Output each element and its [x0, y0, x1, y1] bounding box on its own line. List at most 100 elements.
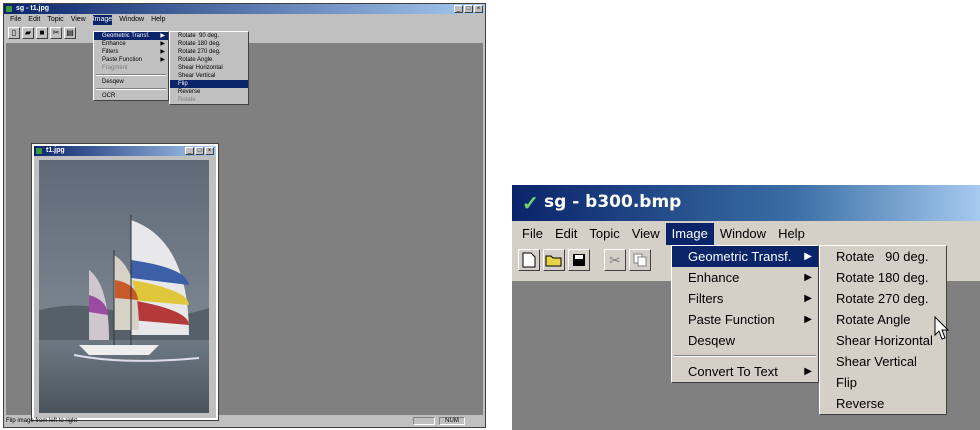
menu-file[interactable]: File — [516, 223, 549, 245]
maximize-button[interactable]: □ — [464, 5, 473, 13]
menu-item-label: Rotate 90 deg. — [178, 33, 220, 39]
menu-item-label: Desqew — [102, 79, 124, 85]
submenu-arrow-icon: ▶ — [804, 314, 812, 325]
menu-edit[interactable]: Edit — [28, 15, 40, 25]
zoomed-app-window: ✓ sg - b300.bmp File Edit Topic View Image Wi… — [512, 185, 980, 430]
menu-item-rotate-90-deg[interactable]: Rotate 90 deg. — [170, 32, 248, 40]
menu-window[interactable]: Window — [119, 15, 144, 25]
open-folder-icon[interactable] — [543, 249, 565, 271]
menu-item-rotate-180-deg[interactable]: Rotate 180 deg. — [170, 40, 248, 48]
toolbar-gap — [593, 249, 601, 275]
menu-item-label: Geometric Transf. — [688, 249, 792, 264]
menu-file[interactable]: File — [10, 15, 21, 25]
menu-view[interactable]: View — [626, 223, 666, 245]
menu-item-convert-to-text[interactable]: Convert To Text ▶ — [672, 361, 818, 382]
minimize-button[interactable]: _ — [454, 5, 463, 13]
menu-item-flip[interactable]: Flip — [170, 80, 248, 88]
close-button[interactable]: × — [474, 5, 483, 13]
menu-item-label: Rotate Angle — [178, 57, 213, 63]
new-file-icon[interactable]: ▯ — [8, 27, 20, 39]
menu-bar: File Edit Topic View Image Window Help — [4, 15, 485, 25]
menu-item-label: Desqew — [688, 333, 735, 348]
menu-help[interactable]: Help — [772, 223, 811, 245]
submenu-arrow-icon: ▶ — [804, 272, 812, 283]
menu-topic[interactable]: Topic — [47, 15, 63, 25]
menu-item-shear-horizontal[interactable]: Shear Horizontal — [170, 64, 248, 72]
menu-item-label: Rotate 180 deg. — [836, 270, 929, 285]
menu-item-shear-vertical[interactable]: Shear Vertical — [820, 351, 946, 372]
submenu-arrow-icon: ▶ — [160, 41, 165, 47]
menu-window[interactable]: Window — [714, 223, 772, 245]
save-icon[interactable]: ■ — [36, 27, 48, 39]
menu-item-enhance[interactable]: Enhance ▶ — [672, 267, 818, 288]
menu-item-rotate-270-deg[interactable]: Rotate 270 deg. — [820, 288, 946, 309]
zoom-window-title: sg - b300.bmp — [544, 192, 682, 212]
menu-item-rotate-180-deg[interactable]: Rotate 180 deg. — [820, 267, 946, 288]
menu-view[interactable]: View — [71, 15, 86, 25]
cut-icon[interactable]: ✂ — [50, 27, 62, 39]
title-bar[interactable]: sg - t1.jpg _ □ × — [4, 4, 485, 14]
menu-item-label: Geometric Transf. — [102, 33, 150, 39]
menu-item-shear-vertical[interactable]: Shear Vertical — [170, 72, 248, 80]
status-text: Flip image from left to right — [6, 418, 78, 424]
menu-item-label: Enhance — [688, 270, 740, 285]
menu-item-rotate-90-deg[interactable]: Rotate 90 deg. — [820, 246, 946, 267]
menu-item-label: Fragment — [102, 65, 128, 71]
copy-icon[interactable]: ▤ — [64, 27, 76, 39]
menu-item-reverse[interactable]: Reverse — [170, 88, 248, 96]
child-close-button[interactable]: × — [205, 147, 214, 155]
menu-image[interactable]: Image — [665, 223, 714, 245]
zoom-geometric-submenu: Rotate 90 deg. Rotate 180 deg. Rotate 270 … — [819, 245, 947, 415]
num-lock-indicator: NUM — [439, 417, 465, 425]
menu-item-paste-function[interactable]: Paste Function ▶ — [672, 309, 818, 330]
zoom-title-bar[interactable]: ✓ sg - b300.bmp — [512, 185, 980, 221]
zoom-toolbar: ✂ — [518, 249, 651, 275]
open-folder-icon[interactable]: ▰ — [22, 27, 34, 39]
menu-item-label: Convert To Text — [688, 364, 778, 379]
menu-item-shear-horizontal[interactable]: Shear Horizontal — [820, 330, 946, 351]
menu-item-reverse[interactable]: Reverse — [820, 393, 946, 414]
menu-topic[interactable]: Topic — [583, 223, 625, 245]
menu-separator — [96, 74, 166, 76]
sailboat-image — [39, 160, 209, 413]
menu-item-filters[interactable]: Filters ▶ — [94, 48, 168, 56]
menu-item-rotate-angle[interactable]: Rotate Angle — [170, 56, 248, 64]
child-window-title: t1.jpg — [46, 147, 65, 154]
menu-image[interactable]: Image — [92, 15, 113, 25]
menu-item-label: Flip — [836, 375, 857, 390]
menu-item-rotate: Rotate — [170, 96, 248, 104]
copy-icon[interactable] — [629, 249, 651, 271]
cut-icon[interactable]: ✂ — [604, 249, 626, 271]
menu-item-enhance[interactable]: Enhance ▶ — [94, 40, 168, 48]
new-file-icon[interactable] — [518, 249, 540, 271]
image-dropdown-menu: Geometric Transf. ▶ Enhance ▶ Filters ▶ Paste … — [93, 31, 169, 101]
menu-item-label: Reverse — [836, 396, 885, 411]
menu-item-desqew[interactable]: Desqew — [94, 78, 168, 86]
child-title-bar[interactable]: t1.jpg _ □ × — [34, 146, 216, 156]
menu-item-rotate-270-deg[interactable]: Rotate 270 deg. — [170, 48, 248, 56]
menu-item-geometric-transf[interactable]: Geometric Transf. ▶ — [672, 246, 818, 267]
menu-edit[interactable]: Edit — [549, 223, 583, 245]
menu-item-flip[interactable]: Flip — [820, 372, 946, 393]
save-icon[interactable] — [568, 249, 590, 271]
status-bar: Flip image from left to right NUM — [6, 416, 483, 426]
menu-item-desqew[interactable]: Desqew — [672, 330, 818, 351]
child-minimize-button[interactable]: _ — [185, 147, 194, 155]
menu-item-label: Shear Vertical — [836, 354, 917, 369]
menu-item-label: Rotate 270 deg. — [836, 291, 929, 306]
submenu-arrow-icon: ▶ — [160, 33, 165, 39]
menu-item-filters[interactable]: Filters ▶ — [672, 288, 818, 309]
menu-item-paste-function[interactable]: Paste Function ▶ — [94, 56, 168, 64]
menu-item-label: Shear Vertical — [178, 73, 216, 79]
menu-separator — [674, 355, 816, 357]
menu-item-ocr[interactable]: OCR — [94, 92, 168, 100]
image-icon — [36, 148, 42, 154]
submenu-arrow-icon: ▶ — [160, 49, 165, 55]
menu-item-label: Reverse — [178, 89, 201, 95]
menu-help[interactable]: Help — [151, 15, 165, 25]
image-child-window[interactable]: t1.jpg _ □ × — [32, 144, 218, 420]
menu-item-geometric-transf[interactable]: Geometric Transf. ▶ — [94, 32, 168, 40]
menu-item-label: Flip — [178, 81, 188, 87]
menu-item-rotate-angle[interactable]: Rotate Angle — [820, 309, 946, 330]
child-maximize-button[interactable]: □ — [195, 147, 204, 155]
